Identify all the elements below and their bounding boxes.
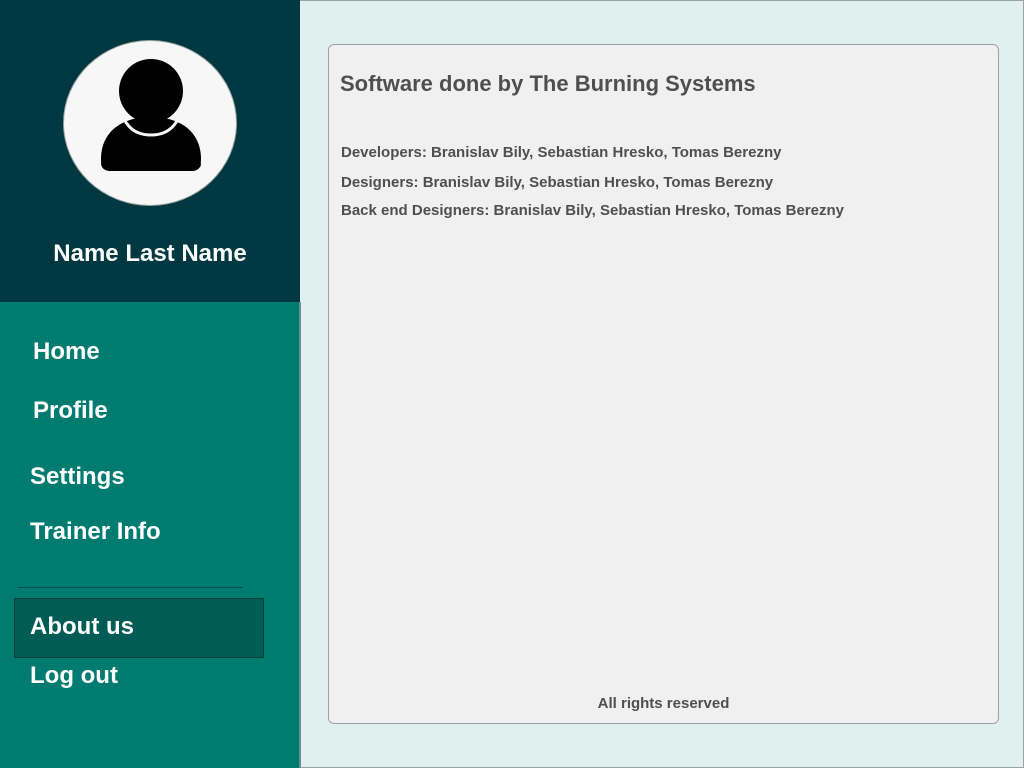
nav-divider xyxy=(18,587,243,588)
sidebar: Name Last Name Home Profile Settings Tra… xyxy=(0,0,300,768)
credit-backend-designers: Back end Designers: Branislav Bily, Seba… xyxy=(341,202,844,219)
page-title: Software done by The Burning Systems xyxy=(340,71,756,96)
nav-home[interactable]: Home xyxy=(33,338,100,366)
nav-trainer-info[interactable]: Trainer Info xyxy=(30,518,161,546)
user-silhouette-icon xyxy=(101,59,201,171)
nav-settings[interactable]: Settings xyxy=(30,463,125,491)
credit-designers: Designers: Branislav Bily, Sebastian Hre… xyxy=(341,174,774,191)
nav-log-out[interactable]: Log out xyxy=(30,662,118,690)
nav-profile[interactable]: Profile xyxy=(33,397,108,425)
nav-about-us[interactable]: About us xyxy=(30,613,134,641)
about-card: Software done by The Burning Systems Dev… xyxy=(328,44,999,724)
avatar[interactable] xyxy=(63,40,237,206)
footer-text: All rights reserved xyxy=(597,695,730,712)
user-name: Name Last Name xyxy=(53,240,247,267)
profile-header: Name Last Name xyxy=(0,0,300,302)
credit-developers: Developers: Branislav Bily, Sebastian Hr… xyxy=(341,144,782,161)
sidebar-edge xyxy=(299,302,301,768)
